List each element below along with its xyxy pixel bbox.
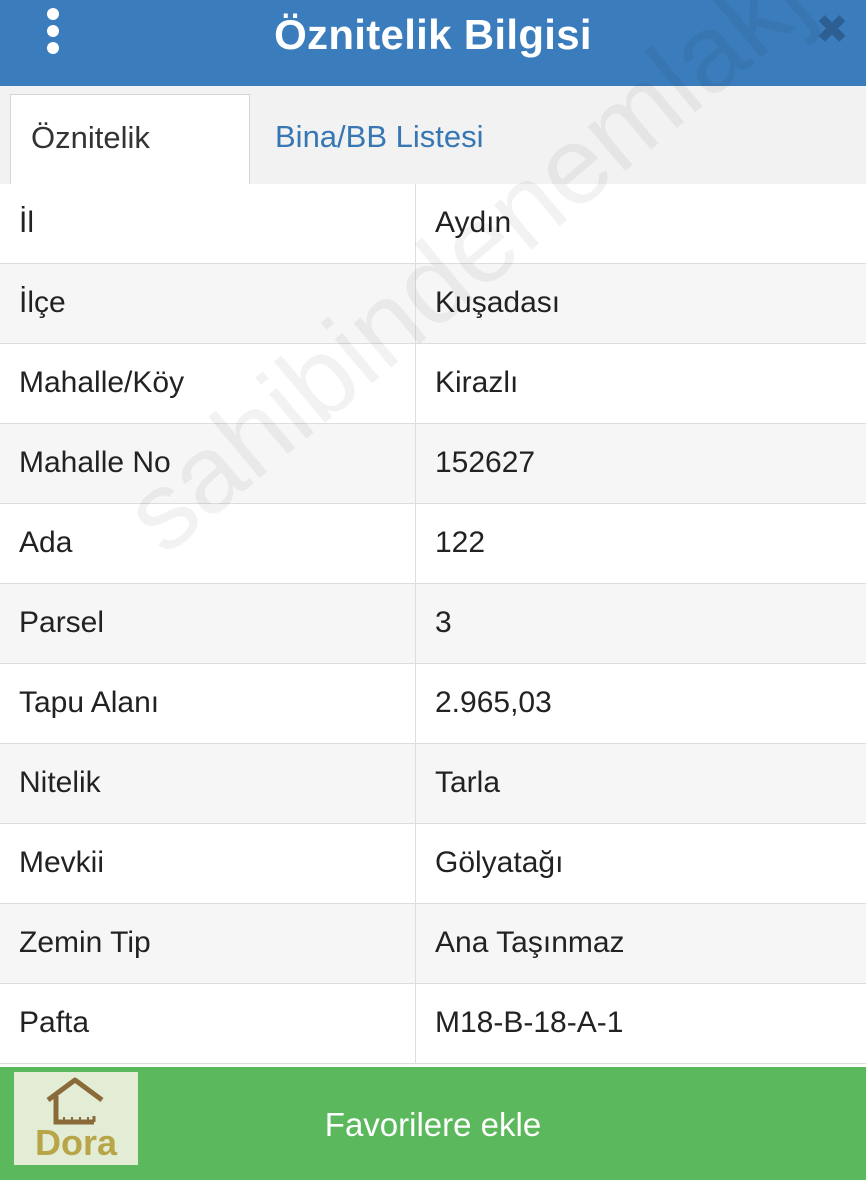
attribute-table: İl Aydın İlçe Kuşadası Mahalle/Köy Kiraz… [0, 184, 866, 1064]
row-value: Ana Taşınmaz [435, 926, 625, 959]
row-key: Mahalle No [0, 424, 416, 503]
row-key: Parsel [0, 584, 416, 663]
row-value: Kuşadası [435, 286, 561, 319]
row-key: İl [0, 184, 416, 263]
row-value: Kirazlı [435, 366, 519, 399]
table-row: Zemin Tip Ana Taşınmaz [0, 904, 866, 984]
app-header: Öznitelik Bilgisi ✖ [0, 0, 866, 86]
add-to-favorites-button[interactable]: Dora Favorilere ekle [0, 1067, 866, 1180]
row-key: Mevkii [0, 824, 416, 903]
row-value: M18-B-18-A-1 [435, 1006, 624, 1039]
row-value: Aydın [435, 206, 512, 239]
close-icon[interactable]: ✖ [812, 10, 852, 50]
row-key: İlçe [0, 264, 416, 343]
table-row: Pafta M18-B-18-A-1 [0, 984, 866, 1064]
tab-bar: Öznitelik Bilgisi Bina/BB Listesi [0, 86, 866, 241]
row-value: Tarla [435, 766, 501, 799]
table-row: Mevkii Gölyatağı [0, 824, 866, 904]
table-row: İlçe Kuşadası [0, 264, 866, 344]
tab-oznitelik-bilgisi[interactable]: Öznitelik Bilgisi [10, 94, 250, 241]
table-row: Mahalle No 152627 [0, 424, 866, 504]
row-key: Mahalle/Köy [0, 344, 416, 423]
row-key: Ada [0, 504, 416, 583]
row-value: 2.965,03 [435, 686, 552, 719]
row-value: Gölyatağı [435, 846, 564, 879]
tab-bina-bb-listesi[interactable]: Bina/BB Listesi [255, 94, 504, 183]
table-row: Nitelik Tarla [0, 744, 866, 824]
table-row: Mahalle/Köy Kirazlı [0, 344, 866, 424]
row-value: 3 [435, 606, 452, 639]
table-row: Ada 122 [0, 504, 866, 584]
row-value: 122 [435, 526, 486, 559]
row-key: Zemin Tip [0, 904, 416, 983]
table-row: Parsel 3 [0, 584, 866, 664]
row-value: 152627 [435, 446, 536, 479]
table-row: İl Aydın [0, 184, 866, 264]
row-key: Nitelik [0, 744, 416, 823]
add-to-favorites-label: Favorilere ekle [324, 1106, 542, 1143]
table-row: Tapu Alanı 2.965,03 [0, 664, 866, 744]
page-title: Öznitelik Bilgisi [274, 11, 592, 58]
row-key: Pafta [0, 984, 416, 1063]
row-key: Tapu Alanı [0, 664, 416, 743]
